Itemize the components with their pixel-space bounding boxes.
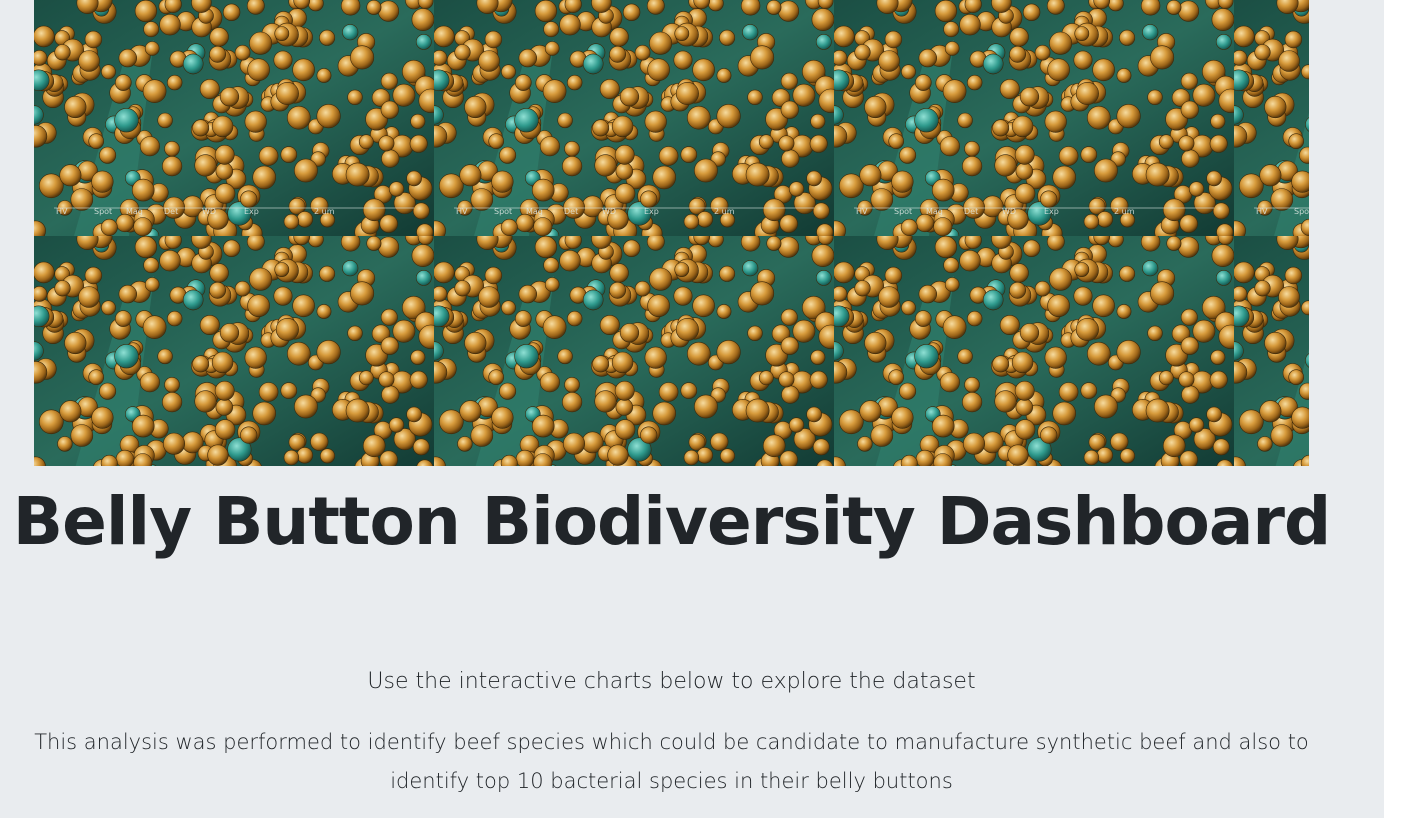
svg-text:Mag: Mag bbox=[926, 207, 943, 216]
svg-text:Det: Det bbox=[964, 207, 978, 216]
svg-text:Spot: Spot bbox=[894, 207, 912, 216]
bacteria-micrograph-image: HV Spot Mag Det WD Exp 2 um HV Spot Mag Det WD Exp 2 … bbox=[34, 0, 1309, 466]
banner-image: HV Spot Mag Det WD Exp 2 um HV Spot Mag Det WD Exp 2 … bbox=[34, 0, 1309, 466]
svg-text:Spot: Spot bbox=[494, 207, 512, 216]
svg-text:HV: HV bbox=[56, 207, 68, 216]
svg-text:HV: HV bbox=[1256, 207, 1268, 216]
description-text: This analysis was performed to identify … bbox=[34, 730, 1309, 793]
svg-text:Mag: Mag bbox=[126, 207, 143, 216]
svg-text:Exp: Exp bbox=[1044, 207, 1059, 216]
svg-text:2 um: 2 um bbox=[714, 207, 735, 216]
svg-text:Det: Det bbox=[564, 207, 578, 216]
svg-text:2 um: 2 um bbox=[1114, 207, 1135, 216]
page: HV Spot Mag Det WD Exp 2 um HV Spot Mag Det WD Exp 2 … bbox=[0, 0, 1412, 818]
svg-text:Spot: Spot bbox=[1294, 207, 1309, 216]
jumbotron: HV Spot Mag Det WD Exp 2 um HV Spot Mag Det WD Exp 2 … bbox=[0, 0, 1384, 818]
page-title: Belly Button Biodiversity Dashboard bbox=[12, 483, 1331, 560]
svg-text:Exp: Exp bbox=[644, 207, 659, 216]
svg-text:HV: HV bbox=[856, 207, 868, 216]
svg-text:HV: HV bbox=[456, 207, 468, 216]
svg-text:2 um: 2 um bbox=[314, 207, 335, 216]
svg-text:WD: WD bbox=[202, 207, 216, 216]
svg-text:Exp: Exp bbox=[244, 207, 259, 216]
svg-text:Det: Det bbox=[164, 207, 178, 216]
svg-text:WD: WD bbox=[602, 207, 616, 216]
svg-text:WD: WD bbox=[1002, 207, 1016, 216]
lead-text: Use the interactive charts below to expl… bbox=[367, 669, 976, 694]
svg-text:Mag: Mag bbox=[526, 207, 543, 216]
svg-text:Spot: Spot bbox=[94, 207, 112, 216]
